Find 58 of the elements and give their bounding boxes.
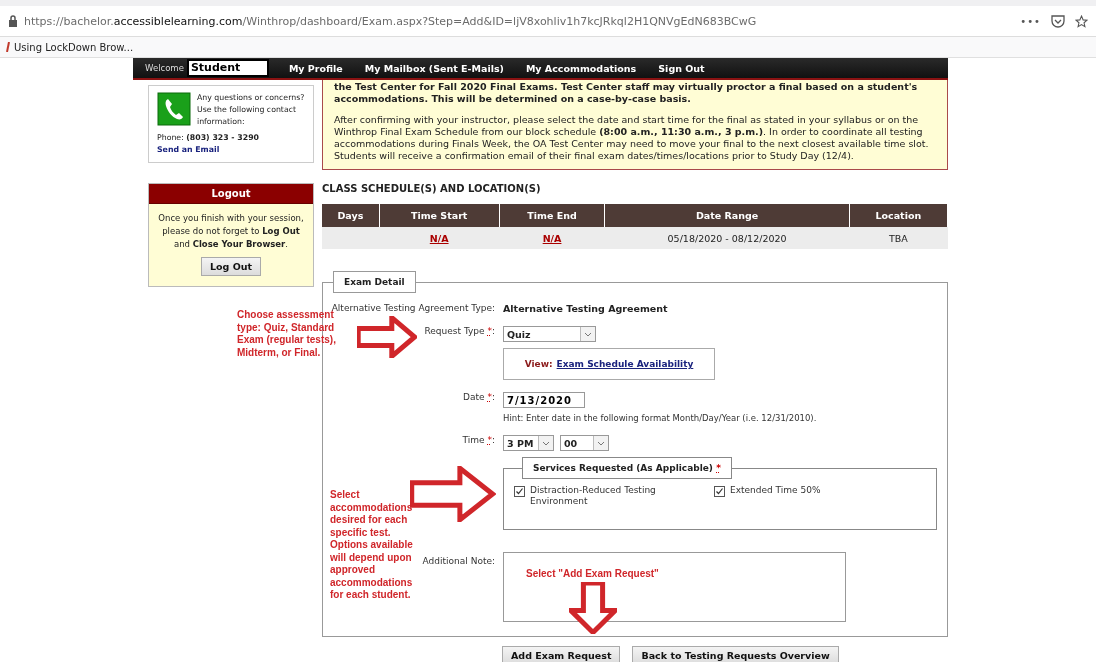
column-header: Days xyxy=(322,204,380,227)
table-cell: 05/18/2020 - 08/12/2020 xyxy=(605,227,850,249)
phone-icon xyxy=(157,92,191,126)
nav-link[interactable]: My Accommodations xyxy=(525,62,637,74)
section-title: CLASS SCHEDULE(S) AND LOCATION(S) xyxy=(322,183,542,194)
column-header: Location xyxy=(849,204,948,227)
dropdown[interactable]: Quiz xyxy=(503,326,596,342)
shield-icon[interactable] xyxy=(1051,14,1065,28)
field-label: Time *: xyxy=(462,435,495,445)
note-field[interactable] xyxy=(503,552,846,622)
form-button[interactable]: Add Exam Request xyxy=(502,646,621,662)
nav-link[interactable]: My Profile xyxy=(288,62,343,74)
cell-link[interactable]: N/A xyxy=(429,232,449,244)
checkbox[interactable] xyxy=(714,486,725,497)
schedule-link[interactable]: Exam Schedule Availability xyxy=(556,359,694,369)
table-cell: TBA xyxy=(849,227,948,249)
welcome-label: Welcome xyxy=(145,63,184,73)
logout-button[interactable]: Log Out xyxy=(200,257,262,276)
option-label: Distraction-Reduced Testing Environment xyxy=(530,485,657,507)
menu-button[interactable]: ••• xyxy=(1020,15,1041,27)
dropdown[interactable]: 3 PM xyxy=(503,435,554,451)
annotation-text: Select "Add Exam Request" xyxy=(526,568,660,581)
panel-legend: Exam Detail xyxy=(333,271,416,293)
form-button[interactable]: Back to Testing Requests Overview xyxy=(632,646,839,662)
notice-text: After confirming with your instructor, please select the date and start time for the final as stated in your syllabus or on the Winthrop Final Exam Schedule from our block schedule (8:00 a.m., 11:30 a.m., 3 p.m.). In order to coordinate all testing accommodations during Finals Week, the OA Test Center may need to move your final to the next closest available time slot. Students will receive a confirmation email of their final exam dates/times/locations prior to Study Day (12/4). xyxy=(334,114,930,162)
column-header: Date Range xyxy=(605,204,850,227)
field-value: Alternative Testing Agreement xyxy=(503,303,669,314)
option-label: Extended Time 50% xyxy=(730,485,821,497)
column-header: Time Start xyxy=(379,204,500,227)
annotation-text: Select accommodations desired for each specific test. Options available will depend upon approved accommodations for each student. xyxy=(330,489,414,602)
annotation-text: Choose assessment type: Quiz, Standard Exam (regular tests), Midterm, or Final. xyxy=(237,309,336,359)
view-label: View: xyxy=(524,359,553,369)
date-hint: Hint: Enter date in the following format Month/Day/Year (i.e. 12/31/2010). xyxy=(503,413,818,423)
field-label: Additional Note: xyxy=(422,555,495,566)
caret-icon xyxy=(538,436,553,450)
url-text[interactable]: https://bachelor.accessiblelearning.com/Winthrop/dashboard/Exam.aspx?Step=Add&ID=ljV8xohliv1h7kcJRkql2H1QNVgEdN683BCwG xyxy=(24,14,1015,28)
field-label: Date *: xyxy=(463,392,495,402)
field-label: Request Type *: xyxy=(424,326,495,336)
lock-icon xyxy=(8,15,18,27)
logout-title: Logout xyxy=(149,184,313,204)
arrow-drawing xyxy=(357,316,417,358)
arrow-drawing xyxy=(569,582,617,634)
dropdown[interactable]: 00 xyxy=(560,435,609,451)
notice-text: the Test Center for Fall 2020 Final Exams. Test Center staff may virtually proctor a final based on a student's accommodations. This will be determined on a case-by-case basis. xyxy=(334,81,919,105)
cell-link[interactable]: N/A xyxy=(542,232,562,244)
logout-text: Once you finish with your session, please do not forget to Log Out and Close Your Browser. xyxy=(157,212,305,251)
star-icon[interactable] xyxy=(1075,14,1088,28)
caret-icon xyxy=(580,327,595,341)
caret-icon xyxy=(593,436,608,450)
services-legend: Services Requested (As Applicable) * xyxy=(522,457,732,479)
nav-link[interactable]: My Mailbox (Sent E-Mails) xyxy=(364,62,504,74)
bookmark-link[interactable]: Using LockDown Brow... xyxy=(14,41,134,53)
user-name: Student xyxy=(186,59,269,77)
bookmark-icon xyxy=(6,42,10,52)
checkbox[interactable] xyxy=(514,486,525,497)
nav-link[interactable]: Sign Out xyxy=(658,62,705,74)
date-field[interactable]: 7/13/2020 xyxy=(503,392,585,408)
column-header: Time End xyxy=(499,204,605,227)
